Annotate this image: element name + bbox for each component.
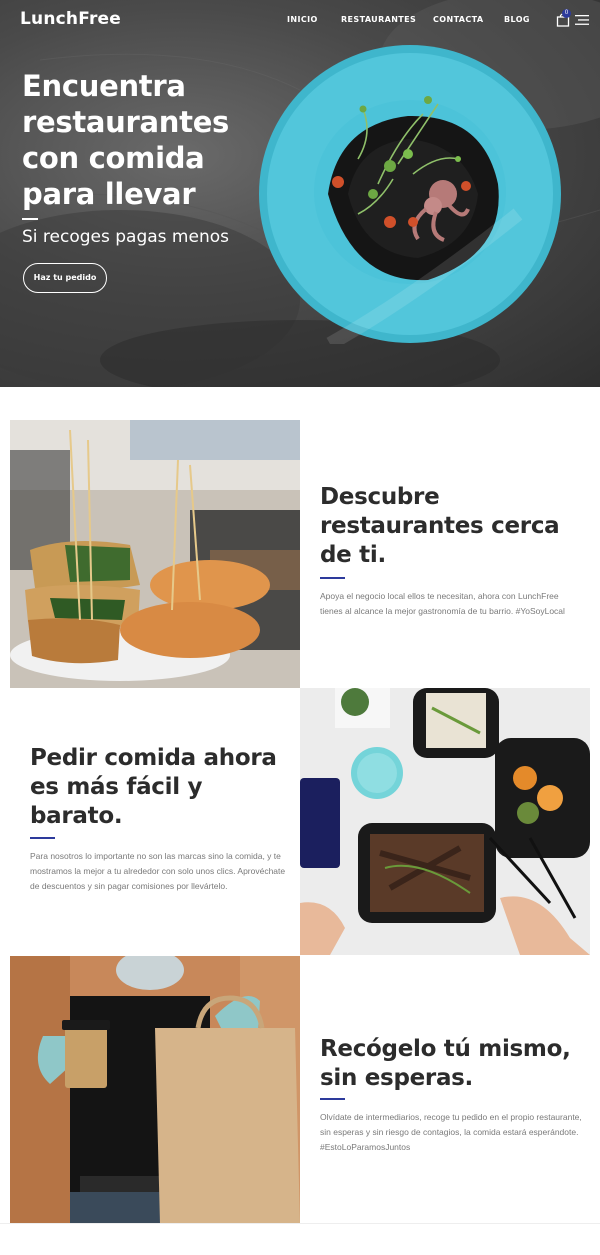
hero-title: Encuentra restaurantes con comida para l… — [22, 69, 230, 211]
top-navbar: LunchFree INICIO RESTAURANTES CONTACTA B… — [0, 0, 600, 40]
food-plate-image — [259, 45, 561, 344]
feature-2-title: Pedir comida ahora es más fácil y barato… — [30, 745, 277, 829]
nav-item-inicio[interactable]: INICIO — [287, 15, 318, 24]
nav-item-contacta[interactable]: CONTACTA — [433, 15, 484, 24]
feature-3-text: Olvídate de intermediarios, recoge tu pe… — [320, 1112, 582, 1152]
nav-item-restaurantes[interactable]: RESTAURANTES — [341, 15, 416, 24]
pickup-person-image — [10, 956, 300, 1224]
feature-3-title: Recógelo tú mismo, sin esperas. — [320, 1036, 571, 1091]
feature-1-title: Descubre restaurantes cerca de ti. — [320, 484, 560, 568]
hero-subtitle: Si recoges pagas menos — [22, 227, 229, 247]
feature-1-divider — [320, 577, 345, 579]
feature-2-divider — [30, 837, 55, 839]
takeaway-food-image — [300, 688, 590, 955]
hero-divider — [22, 218, 38, 220]
brand-logo[interactable]: LunchFree — [20, 9, 121, 29]
footer-divider — [0, 1223, 600, 1224]
feature-2-text: Para nosotros lo importante no son las m… — [30, 851, 286, 891]
food-market-image — [10, 420, 300, 688]
hamburger-menu-icon[interactable] — [575, 14, 589, 26]
hero-section: LunchFree INICIO RESTAURANTES CONTACTA B… — [0, 0, 600, 387]
feature-3-divider — [320, 1098, 345, 1100]
nav-item-blog[interactable]: BLOG — [504, 15, 530, 24]
feature-1-text: Apoya el negocio local ellos te necesita… — [320, 591, 565, 616]
cart-count-badge: 0 — [562, 9, 571, 18]
order-button[interactable]: Haz tu pedido — [23, 263, 107, 293]
